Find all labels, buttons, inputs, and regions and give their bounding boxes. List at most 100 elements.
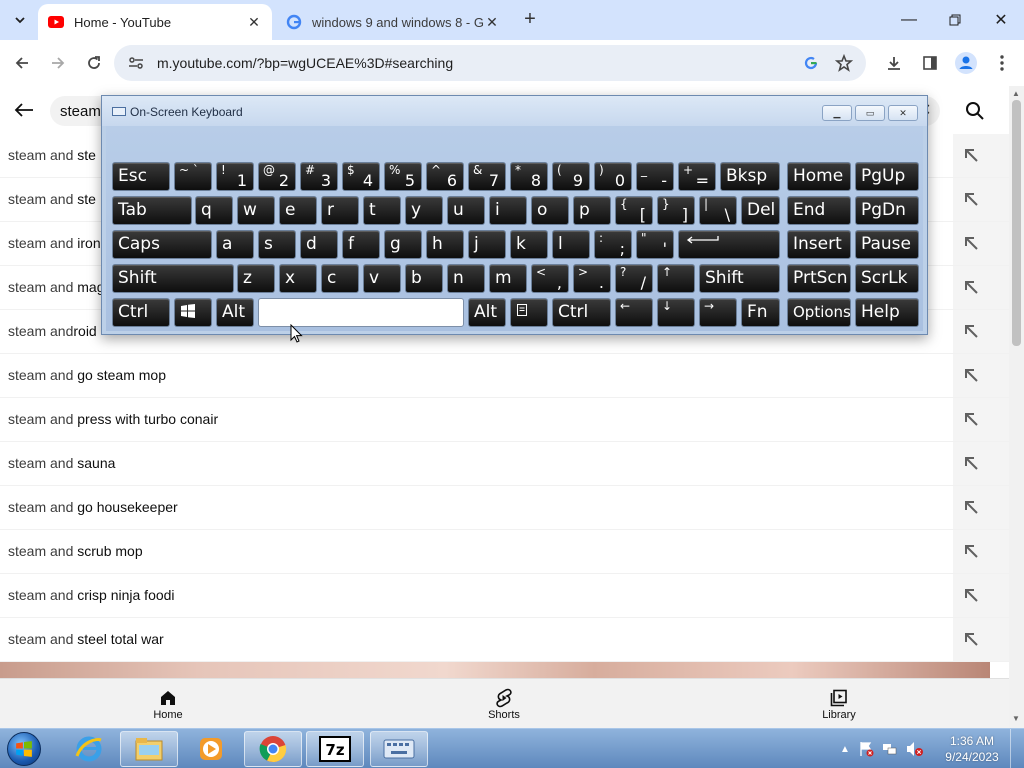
profile-avatar-icon[interactable] — [952, 49, 980, 77]
key-pgdn[interactable]: PgDn — [855, 196, 919, 225]
restore-window-button[interactable] — [932, 0, 978, 40]
key-equals[interactable]: + = — [678, 162, 716, 191]
key-slash[interactable]: ? / — [615, 264, 653, 293]
key-home[interactable]: Home — [787, 162, 851, 191]
fill-query-arrow-icon[interactable] — [962, 278, 980, 296]
page-scrollbar[interactable]: ▲ ▼ — [1009, 86, 1024, 728]
forward-button[interactable] — [44, 49, 72, 77]
new-tab-button[interactable]: + — [518, 8, 542, 32]
search-icon[interactable] — [962, 98, 988, 124]
fill-query-arrow-icon[interactable] — [962, 454, 980, 472]
key-end[interactable]: End — [787, 196, 851, 225]
key-9[interactable]: (9 — [552, 162, 590, 191]
key-backspace[interactable]: Bksp — [720, 162, 780, 191]
key-left-shift[interactable]: Shift — [112, 264, 234, 293]
key-options[interactable]: Options — [787, 298, 851, 327]
key-right-shift[interactable]: Shift — [699, 264, 780, 293]
media-player-taskbar-icon[interactable] — [182, 731, 240, 767]
key-3[interactable]: #3 — [300, 162, 338, 191]
chrome-taskbar-icon[interactable] — [244, 731, 302, 767]
key-2[interactable]: @2 — [258, 162, 296, 191]
on-screen-keyboard-taskbar-icon[interactable] — [370, 731, 428, 767]
fill-query-arrow-icon[interactable] — [962, 630, 980, 648]
key-c[interactable]: c — [321, 264, 359, 293]
key-help[interactable]: Help — [855, 298, 919, 327]
key-z[interactable]: z — [237, 264, 275, 293]
internet-explorer-taskbar-icon[interactable] — [60, 731, 118, 767]
7zip-taskbar-icon[interactable]: 7z — [306, 731, 364, 767]
key-right-alt[interactable]: Alt — [468, 298, 506, 327]
key-semicolon[interactable]: :; — [594, 230, 632, 259]
fill-query-arrow-icon[interactable] — [962, 498, 980, 516]
pivot-library[interactable]: Library — [799, 687, 879, 721]
show-desktop-button[interactable] — [1010, 729, 1024, 768]
bookmark-star-icon[interactable] — [834, 53, 854, 73]
key-1[interactable]: ! 1 — [216, 162, 254, 191]
fill-query-arrow-icon[interactable] — [962, 234, 980, 252]
key-backslash[interactable]: | \ — [699, 196, 737, 225]
close-window-button[interactable]: ✕ — [978, 0, 1024, 40]
menu-kebab-icon[interactable] — [988, 49, 1016, 77]
key-h[interactable]: h — [426, 230, 464, 259]
fill-query-arrow-icon[interactable] — [962, 410, 980, 428]
key-insert[interactable]: Insert — [787, 230, 851, 259]
key-enter[interactable] — [678, 230, 780, 259]
key-p[interactable]: p — [573, 196, 611, 225]
pivot-shorts[interactable]: Shorts — [464, 687, 544, 721]
key-l[interactable]: l — [552, 230, 590, 259]
key-k[interactable]: k — [510, 230, 548, 259]
scroll-up-icon[interactable]: ▲ — [1012, 89, 1020, 98]
tab-youtube[interactable]: Home - YouTube ✕ — [38, 4, 272, 40]
key-del[interactable]: Del — [741, 196, 780, 225]
key-t[interactable]: t — [363, 196, 401, 225]
windows-explorer-taskbar-icon[interactable] — [120, 731, 178, 767]
pivot-home[interactable]: Home — [128, 687, 208, 721]
key-esc[interactable]: Esc — [112, 162, 170, 191]
key-tab[interactable]: Tab — [112, 196, 192, 225]
download-icon[interactable] — [880, 49, 908, 77]
key-8[interactable]: * 8 — [510, 162, 548, 191]
key-minus[interactable]: _ - — [636, 162, 674, 191]
fill-query-arrow-icon[interactable] — [962, 190, 980, 208]
key-pause[interactable]: Pause — [855, 230, 919, 259]
fill-query-arrow-icon[interactable] — [962, 366, 980, 384]
key-r[interactable]: r — [321, 196, 359, 225]
volume-muted-icon[interactable] — [906, 741, 924, 757]
network-icon[interactable] — [882, 741, 898, 757]
back-arrow-icon[interactable] — [10, 98, 38, 122]
key-backtick[interactable]: ~ ` — [174, 162, 212, 191]
key-a[interactable]: a — [216, 230, 254, 259]
fill-query-arrow-icon[interactable] — [962, 146, 980, 164]
key-prtscn[interactable]: PrtScn — [787, 264, 851, 293]
key-q[interactable]: q — [195, 196, 233, 225]
key-period[interactable]: >. — [573, 264, 611, 293]
key-v[interactable]: v — [363, 264, 401, 293]
key-fn[interactable]: Fn — [741, 298, 780, 327]
key-i[interactable]: i — [489, 196, 527, 225]
key-left-arrow[interactable]: ← — [615, 298, 653, 327]
fill-query-arrow-icon[interactable] — [962, 586, 980, 604]
site-info-icon[interactable] — [126, 53, 146, 73]
key-space[interactable] — [258, 298, 464, 327]
show-hidden-icons-icon[interactable]: ▲ — [840, 744, 850, 755]
key-e[interactable]: e — [279, 196, 317, 225]
key-7[interactable]: & 7 — [468, 162, 506, 191]
reload-button[interactable] — [80, 49, 108, 77]
key-0[interactable]: ) 0 — [594, 162, 632, 191]
osk-minimize-button[interactable]: ▁ — [822, 105, 852, 121]
side-panel-icon[interactable] — [916, 49, 944, 77]
suggestion-item[interactable]: steam and go steam mop — [0, 354, 1009, 398]
suggestion-item[interactable]: steam and steel total war — [0, 618, 1009, 662]
key-f[interactable]: f — [342, 230, 380, 259]
key-caps[interactable]: Caps — [112, 230, 212, 259]
suggestion-item[interactable]: steam and sauna — [0, 442, 1009, 486]
address-bar[interactable]: m.youtube.com/?bp=wgUCEAE%3D#searching — [114, 45, 866, 81]
key-quote[interactable]: " ' — [636, 230, 674, 259]
key-left-bracket[interactable]: {[ — [615, 196, 653, 225]
fill-query-arrow-icon[interactable] — [962, 542, 980, 560]
key-4[interactable]: $4 — [342, 162, 380, 191]
key-d[interactable]: d — [300, 230, 338, 259]
tab-google[interactable]: windows 9 and windows 8 - G ✕ — [276, 4, 510, 40]
key-pgup[interactable]: PgUp — [855, 162, 919, 191]
key-u[interactable]: u — [447, 196, 485, 225]
